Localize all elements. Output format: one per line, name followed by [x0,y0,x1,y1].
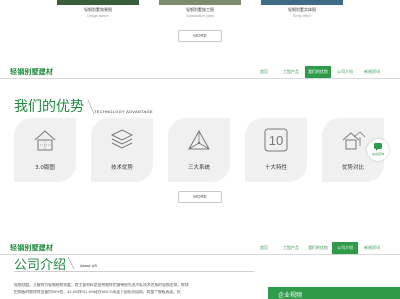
online-consult-button[interactable]: 在线咨询 [367,139,389,161]
advantage-card-blueprint[interactable]: 3.0版图 [14,118,76,182]
nav-item-news[interactable]: 新闻资讯 [359,66,385,78]
advantage-card-label: 3.0版图 [35,165,55,171]
advantage-card-label: 优势对比 [341,165,364,171]
house-compare-icon [342,131,366,150]
advantage-card-systems[interactable]: 三大系统 [168,118,230,182]
gallery-item-title: 轻钢别墅实体图 [288,7,316,12]
gallery-image[interactable] [159,0,241,5]
nav-item-products[interactable]: 工程产品 [278,66,304,78]
gallery-strip: 轻钢别墅效果图 Design sketch 轻钢别墅施工图 Constructi… [0,0,400,52]
advantage-card-label: 三大系统 [187,165,210,171]
site-logo[interactable]: 轻钢别墅建材 [10,67,53,77]
gallery-item-subtitle: Construction plans [185,14,215,18]
online-consult-label: 在线咨询 [371,152,384,156]
gallery-more-button[interactable]: MORE [178,30,222,42]
company-video-title: 企业视频 [278,292,303,299]
gallery-image[interactable] [261,0,343,5]
gallery-item[interactable]: 轻钢别墅效果图 Design sketch [57,0,139,24]
title-slash-icon [67,257,75,269]
nav-item-products[interactable]: 工程产品 [278,242,304,254]
about-subtitle: About US [80,263,98,268]
site-logo[interactable]: 轻钢别墅建材 [10,243,53,253]
nav-divider [0,77,400,78]
top-nav: 轻钢别墅建材 首页 工程产品 我们的优势 公司介绍 新闻资讯 [0,66,400,78]
advantage-more-button[interactable]: MORE [178,191,222,203]
advantage-card-features[interactable]: 10 十大特性 [245,118,307,182]
nav-item-home[interactable]: 首页 [251,242,277,254]
chat-icon [374,143,382,151]
advantage-title: 我们的优势 [14,99,84,115]
nav-item-advantage[interactable]: 我们的优势 [305,66,331,78]
svg-text:10: 10 [269,133,283,148]
house-blueprint-icon [34,130,56,151]
advantage-subtitle: TECHNOLOGY ADVANTAGE [94,109,153,114]
nav-item-news[interactable]: 新闻资讯 [359,242,385,254]
nav-item-advantage[interactable]: 我们的优势 [305,242,331,254]
company-video-card[interactable]: 企业视频 [268,287,400,299]
gallery-item-title: 轻钢别墅效果图 [84,7,112,12]
secondary-nav: 轻钢别墅建材 首页 工程产品 我们的优势 公司介绍 新闻资讯 [0,242,400,254]
stacked-layers-icon [110,129,134,149]
nav-item-about[interactable]: 公司介绍 [332,66,358,78]
gallery-item-subtitle: Entity effect [293,14,311,18]
about-paragraph: 轻钢别墅，又被称为轻钢结构别墅，其主要材料是由热镀锌铝钢带经先进冷轧技术合成的轻… [14,283,189,287]
gallery-item-subtitle: Design sketch [87,14,109,18]
gallery-item[interactable]: 轻钢别墅实体图 Entity effect [261,0,343,24]
advantage-card-technology[interactable]: 技术优势 [91,118,153,182]
advantage-card-label: 十大特性 [264,165,287,171]
triangle-system-icon [188,129,210,150]
gallery-item-title: 轻钢别墅施工图 [186,7,214,12]
about-divider [14,271,254,272]
nav-item-about[interactable]: 公司介绍 [332,242,358,254]
nav-item-home[interactable]: 首页 [251,66,277,78]
gallery-image[interactable] [57,0,139,5]
about-paragraph: 铝钢板的镀锌锌含量约55%铝、43.4%锌与1.6%硅在600°C高温下固化而组… [14,290,181,294]
gallery-item[interactable]: 轻钢别墅施工图 Construction plans [159,0,241,24]
advantage-card-label: 技术优势 [110,165,133,171]
number-ten-icon: 10 [264,128,288,152]
